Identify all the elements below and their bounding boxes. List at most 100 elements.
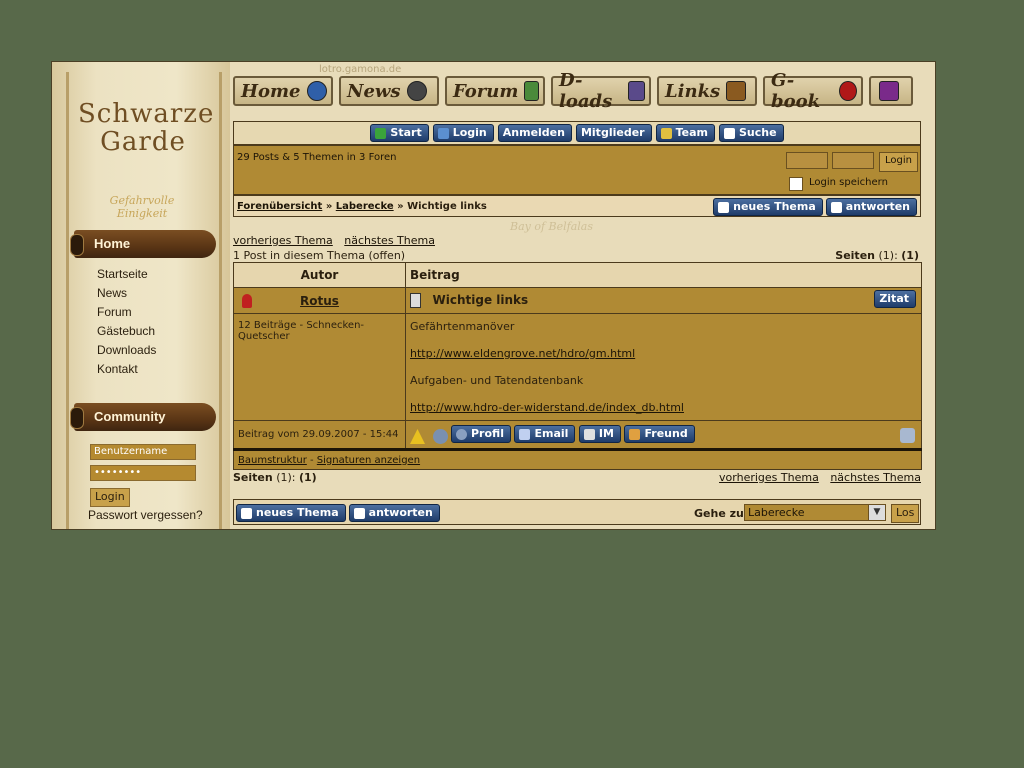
chevron-down-icon: ▼ <box>868 505 885 520</box>
start-button[interactable]: Start <box>370 124 429 142</box>
nav-item-forum[interactable]: Forum <box>97 303 156 322</box>
tree-view-link[interactable]: Baumstruktur <box>238 455 307 466</box>
col-post-header: Beitrag <box>405 262 922 288</box>
post-title-row: Rotus Wichtige links Zitat <box>233 287 922 314</box>
team-button[interactable]: Team <box>655 124 715 142</box>
envelope-icon <box>519 428 531 440</box>
tab-extra[interactable] <box>869 76 913 106</box>
arrow-icon <box>437 127 449 139</box>
footer-prev-topic-link[interactable]: vorheriges Thema <box>719 471 819 484</box>
top-navigation: Home News Forum D-loads Links G-book <box>233 70 913 112</box>
globe-orb-icon <box>306 81 327 101</box>
col-author-header: Autor <box>233 262 406 288</box>
info-bar: 29 Posts & 5 Themen in 3 Foren Login Log… <box>233 145 921 195</box>
post-footer-row: Beitrag vom 29.09.2007 - 15:44 Profil Em… <box>233 420 922 450</box>
quill-icon <box>524 81 539 101</box>
reply-button[interactable]: antworten <box>825 198 917 216</box>
footer-topic-actions: neues Thema antworten <box>236 504 440 522</box>
post-count: 1 Post in diesem Thema (offen) <box>233 249 406 262</box>
team-icon <box>660 127 672 139</box>
nav-item-gaestebuch[interactable]: Gästebuch <box>97 322 156 341</box>
nav-item-downloads[interactable]: Downloads <box>97 341 156 360</box>
tab-home[interactable]: Home <box>233 76 333 106</box>
forum-stats: 29 Posts & 5 Themen in 3 Foren <box>237 152 397 163</box>
ip-icon[interactable] <box>432 429 448 444</box>
email-button[interactable]: Email <box>514 425 576 443</box>
quote-button[interactable]: Zitat <box>874 290 916 308</box>
tab-forum[interactable]: Forum <box>445 76 545 106</box>
pagination: Seiten (1): (1) <box>835 249 919 262</box>
book-icon <box>879 81 899 101</box>
footer-next-topic-link[interactable]: nächstes Thema <box>830 471 921 484</box>
forgot-password-link[interactable]: Passwort vergessen? <box>88 508 203 522</box>
breadcrumb-root[interactable]: Forenübersicht <box>237 201 322 212</box>
username-input[interactable]: Benutzername <box>90 444 196 460</box>
new-topic-icon <box>718 201 730 213</box>
forum-page: Schwarze Garde Gefahrvolle Einigkeit Hom… <box>52 62 935 529</box>
footer-reply-button[interactable]: antworten <box>348 504 440 522</box>
breadcrumb-forum[interactable]: Laberecke <box>336 201 394 212</box>
post-title: Wichtige links <box>432 292 529 307</box>
breadcrumb-topic: Wichtige links <box>407 201 487 212</box>
post-table: Autor Beitrag Rotus Wichtige links Zitat… <box>233 262 922 470</box>
post-body: Gefährtenmanöver http://www.eldengrove.n… <box>405 313 922 421</box>
scroll-top-icon[interactable] <box>900 428 915 443</box>
footer-pagination: Seiten (1): (1) vorheriges Thema nächste… <box>233 471 921 484</box>
post-link-2[interactable]: http://www.hdro-der-widerstand.de/index_… <box>410 401 684 414</box>
author-name[interactable]: Rotus <box>300 294 339 308</box>
forum-jump-select[interactable]: Laberecke ▼ <box>744 504 886 521</box>
nav-item-startseite[interactable]: Startseite <box>97 265 156 284</box>
home-nav-list: Startseite News Forum Gästebuch Download… <box>97 265 156 379</box>
map-decoration: Bay of Belfalas <box>510 220 594 233</box>
topic-nav-links: vorheriges Thema nächstes Thema <box>233 234 443 247</box>
quick-login-button[interactable]: Login <box>879 152 918 172</box>
left-sidebar: Schwarze Garde Gefahrvolle Einigkeit Hom… <box>52 62 230 529</box>
search-button[interactable]: Suche <box>718 124 784 142</box>
remember-login-checkbox[interactable] <box>789 177 803 191</box>
warning-icon[interactable] <box>410 429 425 444</box>
friend-button[interactable]: Freund <box>624 425 695 443</box>
register-button[interactable]: Anmelden <box>497 124 572 142</box>
im-button[interactable]: IM <box>578 425 621 443</box>
sidebar-login-button[interactable]: Login <box>90 488 130 507</box>
reply-icon <box>830 201 842 213</box>
tab-news[interactable]: News <box>339 76 439 106</box>
message-icon <box>583 428 595 440</box>
new-topic-icon <box>241 507 252 519</box>
profile-button[interactable]: Profil <box>451 425 511 443</box>
prev-topic-link[interactable]: vorheriges Thema <box>233 234 333 247</box>
quick-password-input[interactable] <box>832 152 874 169</box>
members-button[interactable]: Mitglieder <box>575 124 652 142</box>
footer-new-topic-button[interactable]: neues Thema <box>236 504 346 522</box>
jump-go-button[interactable]: Los <box>891 504 920 523</box>
scroll-icon <box>628 81 645 101</box>
login-button[interactable]: Login <box>432 124 494 142</box>
breadcrumb: Forenübersicht » Laberecke » Wichtige li… <box>237 201 487 212</box>
remember-login-label: Login speichern <box>809 177 888 188</box>
reply-icon <box>353 507 365 519</box>
search-icon <box>723 127 735 139</box>
runner-icon <box>375 127 387 139</box>
post-icon <box>410 293 421 309</box>
forum-nav-bar: Start Login Anmelden Mitglieder Team Suc… <box>233 121 921 145</box>
new-topic-button[interactable]: neues Thema <box>713 198 823 216</box>
table-header: Autor Beitrag <box>233 262 922 288</box>
nav-item-news[interactable]: News <box>97 284 156 303</box>
tab-downloads[interactable]: D-loads <box>551 70 651 112</box>
tab-gbook[interactable]: G-book <box>763 70 863 112</box>
post-link-1[interactable]: http://www.eldengrove.net/hdro/gm.html <box>410 347 635 360</box>
site-domain: lotro.gamona.de <box>319 64 402 75</box>
quick-username-input[interactable] <box>786 152 828 169</box>
dark-orb-icon <box>406 81 427 101</box>
scroll-knob-icon <box>70 407 84 429</box>
scroll-knob-icon <box>70 234 84 256</box>
nav-item-kontakt[interactable]: Kontakt <box>97 360 156 379</box>
main-content: Bay of Belfalas lotro.gamona.de Home New… <box>230 62 935 529</box>
tab-links[interactable]: Links <box>657 76 757 106</box>
topic-actions: neues Thema antworten <box>713 198 917 216</box>
next-topic-link[interactable]: nächstes Thema <box>344 234 435 247</box>
friend-icon <box>629 428 641 440</box>
show-signatures-link[interactable]: Signaturen anzeigen <box>317 455 420 466</box>
password-input[interactable]: •••••••• <box>90 465 196 481</box>
red-orb-icon <box>839 81 857 101</box>
